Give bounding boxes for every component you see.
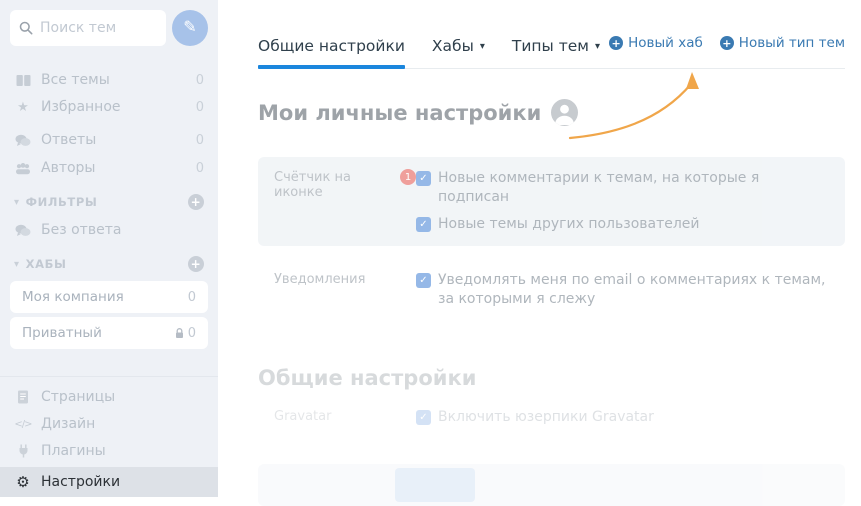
checkbox-checked-icon[interactable]: ✓	[416, 273, 431, 288]
add-filter-button[interactable]: +	[188, 194, 204, 210]
checkbox-checked-icon[interactable]: ✓	[416, 171, 431, 186]
sidebar-item-favorites[interactable]: ★ Избранное 0	[0, 93, 218, 121]
setting-label: Счётчик на иконке 1	[274, 169, 416, 234]
users-icon	[14, 162, 32, 175]
item-count: 0	[195, 160, 204, 176]
hub-label: Моя компания	[22, 289, 124, 305]
tab-bar: Общие настройки Хабы ▾ Типы тем ▾ + Новы…	[258, 0, 845, 69]
item-count: 0	[195, 132, 204, 148]
sidebar-item-label: Ответы	[41, 132, 97, 148]
sidebar-item-plugins[interactable]: Плагины	[0, 437, 218, 465]
sidebar-item-pages[interactable]: Страницы	[0, 383, 218, 411]
sidebar-item-label: Авторы	[41, 160, 96, 176]
main-panel: Общие настройки Хабы ▾ Типы тем ▾ + Новы…	[218, 0, 861, 506]
chevron-down-icon[interactable]: ▾	[14, 197, 20, 208]
plus-circle-icon: +	[609, 36, 624, 50]
sidebar-section-filters: ▾ ФИЛЬТРЫ +	[0, 189, 218, 215]
counter-badge: 1	[400, 169, 416, 185]
item-count: 0	[195, 99, 204, 115]
chevron-down-icon: ▾	[594, 40, 601, 52]
section-title-text: Общие настройки	[258, 366, 477, 390]
section-title: Общие настройки	[258, 365, 845, 391]
pencil-icon: ✎	[183, 19, 197, 36]
settings-content: Мои личные настройки Счётчик на иконке 1…	[258, 69, 845, 506]
sidebar-divider	[0, 376, 218, 377]
tab-label: Общие настройки	[258, 37, 405, 55]
setting-row-gravatar: Gravatar ✓ Включить юзерпики Gravatar	[258, 408, 845, 428]
checkbox-icon[interactable]: ✓	[416, 410, 431, 425]
sidebar-item-label: Без ответа	[41, 222, 122, 238]
setting-row-icon-counter: Счётчик на иконке 1 ✓ Новые комментарии …	[258, 157, 845, 246]
checkbox-checked-icon[interactable]: ✓	[416, 217, 431, 232]
sidebar-item-authors[interactable]: Авторы 0	[0, 154, 218, 182]
checkbox-option[interactable]: ✓ Включить юзерпики Gravatar	[416, 408, 654, 427]
sidebar-item-label: Страницы	[41, 389, 116, 405]
plus-circle-icon: +	[719, 36, 734, 50]
book-icon	[14, 74, 32, 87]
chevron-down-icon: ▾	[479, 40, 485, 52]
sidebar-item-answers[interactable]: Ответы 0	[0, 126, 218, 154]
setting-label: Уведомления	[274, 272, 366, 287]
page-icon	[14, 390, 32, 404]
app-window: ✎ Все темы 0 ★ Избранное 0 Ответы 0 Авто…	[0, 0, 861, 506]
faded-setting-row	[258, 464, 845, 506]
chevron-down-icon[interactable]: ▾	[14, 259, 20, 270]
plug-icon	[14, 444, 32, 458]
setting-row-notifications: Уведомления ✓ Уведомлять меня по email о…	[258, 259, 845, 335]
setting-label: Gravatar	[274, 409, 332, 424]
page-title: Мои личные настройки	[258, 99, 845, 126]
sidebar-item-label: Избранное	[41, 99, 121, 115]
checkbox-option[interactable]: ✓ Новые комментарии к темам, на которые …	[416, 169, 829, 207]
page-title-text: Мои личные настройки	[258, 100, 542, 125]
user-avatar-icon	[551, 99, 579, 126]
option-label: Новые темы других пользователей	[438, 216, 700, 232]
new-topic-button[interactable]: ✎	[172, 10, 208, 46]
lock-icon	[175, 327, 183, 338]
sidebar-item-label: Все темы	[41, 72, 110, 88]
search-box[interactable]	[10, 10, 166, 46]
gear-icon: ⚙	[16, 473, 30, 491]
code-icon: </>	[14, 418, 32, 430]
item-count: 0	[195, 72, 204, 88]
hub-item-my-company[interactable]: Моя компания 0	[10, 281, 208, 313]
comments-icon	[14, 224, 32, 237]
hub-count: 0	[187, 289, 196, 305]
tab-topic-types[interactable]: Типы тем ▾	[512, 37, 600, 55]
general-settings-section: Общие настройки Gravatar ✓ Включить юзер…	[258, 365, 845, 506]
checkbox-option[interactable]: ✓ Новые темы других пользователей	[416, 215, 829, 234]
sidebar-item-label: Дизайн	[41, 416, 96, 432]
comments-icon	[14, 134, 32, 147]
tab-label: Типы тем	[511, 37, 589, 55]
sidebar-section-hubs: ▾ ХАБЫ +	[0, 251, 218, 277]
option-label: Уведомлять меня по email о комментариях …	[438, 272, 826, 307]
sidebar-item-unanswered[interactable]: Без ответа	[0, 216, 218, 244]
sidebar-item-label: Плагины	[41, 443, 106, 459]
new-topic-type-link[interactable]: + Новый тип тем	[719, 35, 845, 51]
option-label: Включить юзерпики Gravatar	[438, 409, 654, 425]
tab-hubs[interactable]: Хабы ▾	[432, 37, 485, 55]
action-label: Новый хаб	[628, 35, 703, 51]
search-input[interactable]	[40, 20, 157, 36]
sidebar: ✎ Все темы 0 ★ Избранное 0 Ответы 0 Авто…	[0, 0, 218, 497]
section-title: ХАБЫ	[25, 257, 67, 271]
sidebar-item-all-topics[interactable]: Все темы 0	[0, 66, 218, 94]
star-icon: ★	[17, 99, 29, 115]
personal-settings-section: Мои личные настройки Счётчик на иконке 1…	[258, 99, 845, 335]
sidebar-item-design[interactable]: </> Дизайн	[0, 410, 218, 438]
search-icon	[19, 21, 33, 35]
sidebar-item-label: Настройки	[41, 474, 121, 490]
section-title: ФИЛЬТРЫ	[25, 195, 98, 209]
new-hub-link[interactable]: + Новый хаб	[609, 35, 703, 51]
hub-item-private[interactable]: Приватный 0	[10, 317, 208, 349]
tab-label: Хабы	[431, 37, 474, 55]
hub-count: 0	[175, 326, 196, 341]
tab-general-settings[interactable]: Общие настройки	[258, 37, 405, 69]
action-label: Новый тип тем	[738, 35, 845, 51]
faded-button-shape[interactable]	[395, 468, 475, 502]
option-label: Новые комментарии к темам, на которые я …	[438, 170, 760, 205]
sidebar-item-settings[interactable]: ⚙ Настройки	[0, 467, 218, 497]
checkbox-option[interactable]: ✓ Уведомлять меня по email о комментария…	[416, 271, 829, 309]
add-hub-button[interactable]: +	[188, 256, 204, 272]
hub-label: Приватный	[22, 325, 102, 341]
